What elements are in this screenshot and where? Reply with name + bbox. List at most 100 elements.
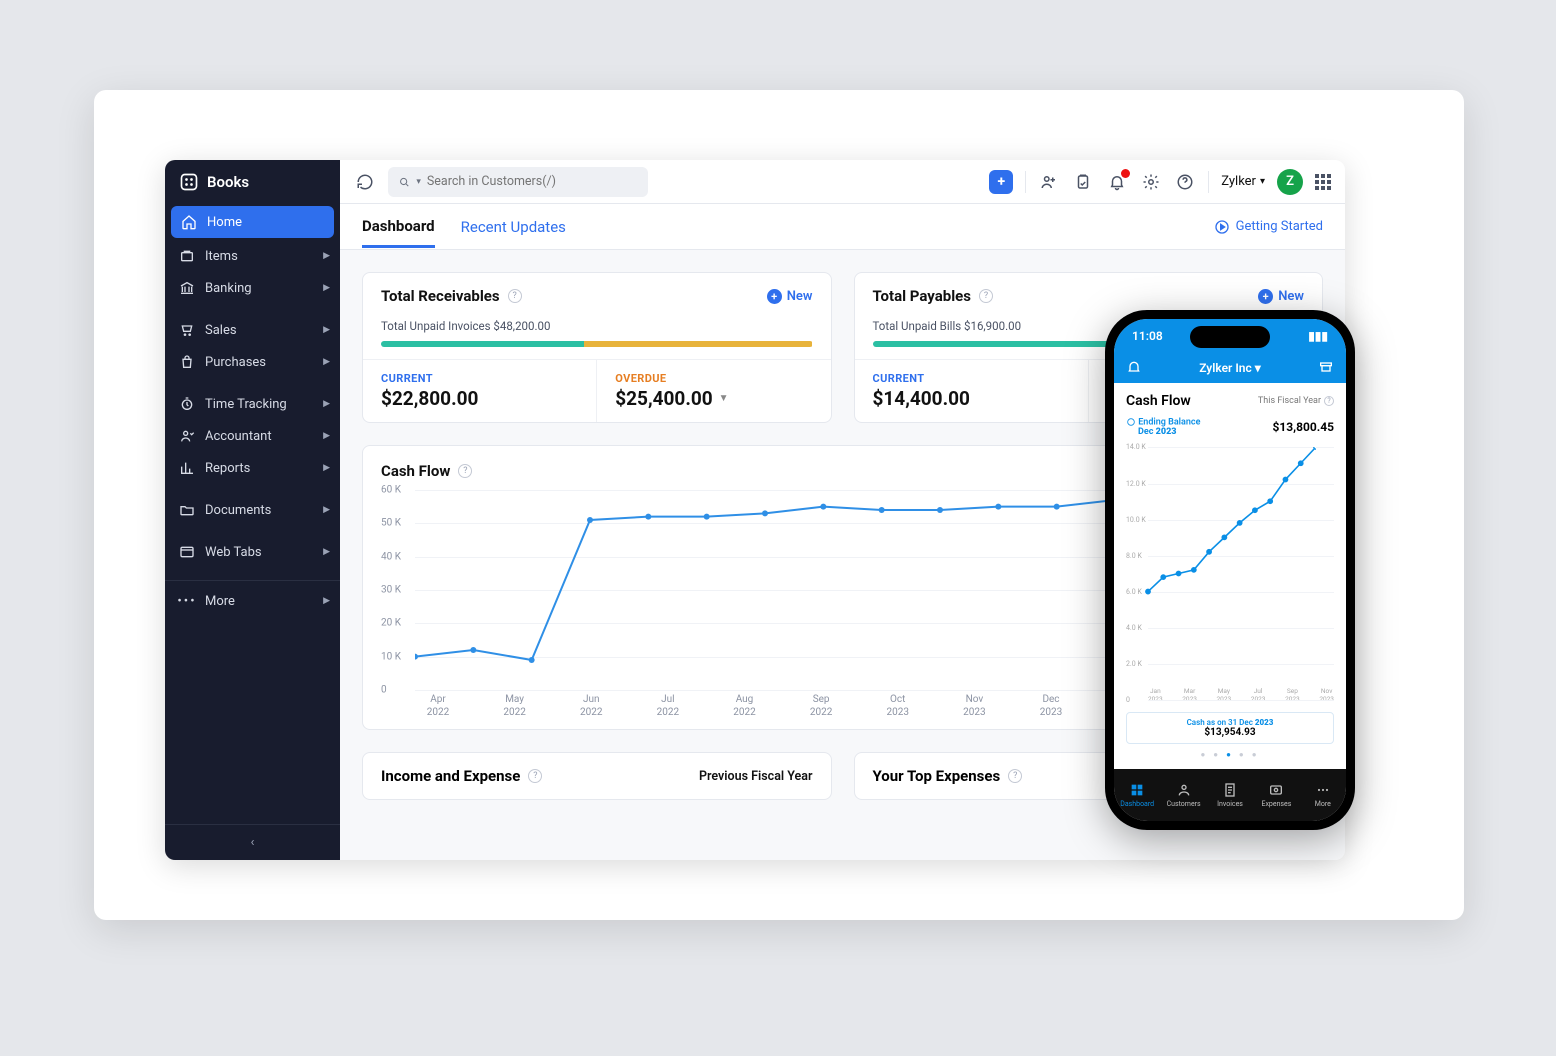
phone-tab-invoices[interactable]: Invoices [1207,769,1253,821]
clipboard-button[interactable] [1072,171,1094,193]
sidebar-item-label: Reports [205,461,250,476]
card-subtitle: Total Unpaid Invoices $48,200.00 [363,319,831,341]
progress-bar [381,341,813,347]
plus-icon: + [767,289,782,304]
archive-icon[interactable] [1318,359,1334,378]
chevron-left-icon: ‹ [251,835,255,850]
card-income-expense: Income and Expense ? Previous Fiscal Yea… [362,752,832,800]
chevron-right-icon: ▶ [323,399,330,409]
sidebar-item-label: Sales [205,323,237,338]
chevron-right-icon: ▶ [323,431,330,441]
plus-icon: + [1258,289,1273,304]
phone-body: Cash Flow This Fiscal Year? Ending Balan… [1114,383,1346,769]
new-label: New [1278,289,1304,304]
card-title: Cash Flow [381,462,450,480]
chart-icon [179,460,195,476]
person-icon [179,428,195,444]
tab-dashboard[interactable]: Dashboard [362,217,435,248]
bank-icon [179,280,195,296]
help-icon[interactable]: ? [1008,769,1022,783]
sidebar-item-purchases[interactable]: Purchases ▶ [165,346,340,378]
search-field[interactable] [427,174,638,189]
org-name: Zylker [1221,174,1256,189]
card-title: Your Top Expenses [873,767,1001,785]
sidebar: Books Home Items ▶ Banking ▶ Sales ▶ [165,160,340,860]
card-title: Total Payables [873,287,971,305]
refresh-button[interactable] [354,171,376,193]
bell-icon[interactable] [1126,359,1142,378]
phone-period-selector[interactable]: This Fiscal Year? [1258,396,1334,406]
sidebar-collapse-button[interactable]: ‹ [165,824,340,860]
box-icon [179,248,195,264]
chevron-right-icon: ▶ [323,463,330,473]
org-switcher[interactable]: Zylker ▾ [1221,174,1265,189]
chevron-right-icon: ▶ [323,596,330,606]
sidebar-item-label: Accountant [205,429,272,444]
phone-tab-dashboard[interactable]: Dashboard [1114,769,1160,821]
phone-time: 11:08 [1132,329,1163,343]
search-input[interactable]: ▾ [388,167,648,197]
chevron-right-icon: ▶ [323,547,330,557]
overdue-amount[interactable]: $25,400.00▼ [615,387,812,410]
sidebar-item-label: Time Tracking [205,397,287,412]
sidebar-item-home[interactable]: Home [171,206,334,238]
card-receivables: Total Receivables ? +New Total Unpaid In… [362,272,832,423]
folder-icon [179,502,195,518]
settings-button[interactable] [1140,171,1162,193]
getting-started-link[interactable]: Getting Started [1214,219,1323,235]
phone-tab-customers[interactable]: Customers [1160,769,1206,821]
sidebar-item-banking[interactable]: Banking ▶ [165,272,340,304]
sidebar-item-label: Purchases [205,355,266,370]
getting-started-label: Getting Started [1236,219,1323,234]
new-receivable-button[interactable]: +New [767,289,813,304]
home-icon [181,214,197,230]
phone-nav-bar: Zylker Inc ▾ [1114,353,1346,383]
avatar[interactable]: Z [1277,169,1303,195]
card-title: Total Receivables [381,287,500,305]
sidebar-item-accountant[interactable]: Accountant ▶ [165,420,340,452]
sidebar-item-time-tracking[interactable]: Time Tracking ▶ [165,388,340,420]
chevron-right-icon: ▶ [323,505,330,515]
phone-tab-expenses[interactable]: Expenses [1253,769,1299,821]
help-button[interactable] [1174,171,1196,193]
sidebar-item-label: Banking [205,281,252,296]
chevron-right-icon: ▶ [323,251,330,261]
sidebar-item-sales[interactable]: Sales ▶ [165,314,340,346]
sidebar-item-label: Documents [205,503,271,518]
notifications-button[interactable] [1106,171,1128,193]
phone-notch [1190,326,1270,348]
phone-card-title: Cash Flow [1126,393,1191,409]
clock-icon [179,396,195,412]
current-label: CURRENT [873,372,1070,385]
sidebar-item-documents[interactable]: Documents ▶ [165,494,340,526]
sidebar-item-web-tabs[interactable]: Web Tabs ▶ [165,536,340,568]
period-selector[interactable]: Previous Fiscal Year [699,769,813,784]
chevron-right-icon: ▶ [323,283,330,293]
sidebar-item-label: More [205,594,235,609]
chevron-down-icon: ▾ [1260,176,1265,187]
phone-org-switcher[interactable]: Zylker Inc ▾ [1199,361,1261,375]
quick-add-button[interactable]: + [989,170,1013,194]
new-payable-button[interactable]: + New [1258,289,1304,304]
help-icon[interactable]: ? [458,464,472,478]
phone-tab-more[interactable]: More [1300,769,1346,821]
sidebar-item-items[interactable]: Items ▶ [165,240,340,272]
tabs-row: Dashboard Recent Updates Getting Started [340,204,1345,250]
phone-cash-date: Cash as on 31 Dec 2023 [1132,718,1328,727]
chevron-right-icon: ▶ [323,357,330,367]
phone-page-dots[interactable]: ● ● ● ● ● [1126,750,1334,759]
current-amount: $22,800.00 [381,387,578,410]
sidebar-item-label: Web Tabs [205,545,262,560]
nav: Home Items ▶ Banking ▶ Sales ▶ Purchases [165,204,340,824]
apps-button[interactable] [1315,174,1331,190]
help-icon[interactable]: ? [528,769,542,783]
users-button[interactable] [1038,171,1060,193]
tab-recent-updates[interactable]: Recent Updates [461,218,566,236]
sidebar-item-label: Home [207,215,242,230]
cart-icon [179,322,195,338]
sidebar-item-reports[interactable]: Reports ▶ [165,452,340,484]
sidebar-item-more[interactable]: ••• More ▶ [165,581,340,617]
search-icon [398,175,410,189]
help-icon[interactable]: ? [979,289,993,303]
help-icon[interactable]: ? [508,289,522,303]
